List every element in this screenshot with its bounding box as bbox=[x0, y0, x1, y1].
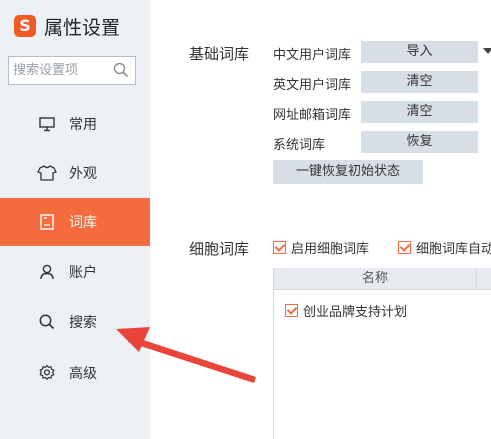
sidebar-item-dictionary[interactable]: 词库 bbox=[0, 198, 150, 246]
section-label-cell-dictionary: 细胞词库 bbox=[189, 240, 250, 258]
import-button[interactable]: 导入 bbox=[361, 41, 478, 63]
table-row-label: 创业品牌支持计划 bbox=[303, 305, 408, 320]
search-icon[interactable] bbox=[113, 62, 129, 82]
sidebar-item-label: 外观 bbox=[69, 166, 97, 182]
row-label-url-email-dictionary: 网址邮箱词库 bbox=[273, 108, 352, 123]
sidebar-item-label: 高级 bbox=[69, 366, 97, 382]
settings-search-input[interactable] bbox=[9, 57, 113, 84]
row-label-english-user-dictionary: 英文用户词库 bbox=[273, 78, 352, 93]
sidebar-item-label: 搜索 bbox=[69, 315, 97, 331]
sidebar-item-search[interactable]: 搜索 bbox=[0, 298, 150, 346]
sidebar: S 属性设置 常用 外观 词库 账户 搜索 bbox=[0, 0, 150, 439]
restore-button-label: 恢复 bbox=[406, 134, 433, 149]
enable-cell-dictionary-checkbox[interactable]: 启用细胞词库 bbox=[273, 238, 369, 257]
table-header: 名称 bbox=[274, 268, 491, 290]
sidebar-item-label: 账户 bbox=[69, 265, 97, 281]
sogou-logo-icon: S bbox=[14, 15, 36, 37]
row-label-system-dictionary: 系统词库 bbox=[273, 138, 326, 153]
clear-url-email-button[interactable]: 清空 bbox=[361, 101, 478, 123]
monitor-icon bbox=[37, 114, 57, 134]
sidebar-item-label: 常用 bbox=[69, 117, 97, 133]
restore-system-button[interactable]: 恢复 bbox=[361, 131, 478, 153]
clear-english-button[interactable]: 清空 bbox=[361, 71, 478, 93]
sidebar-item-appearance[interactable]: 外观 bbox=[0, 149, 150, 197]
gear-icon bbox=[37, 363, 57, 383]
app-title: S 属性设置 bbox=[14, 12, 120, 40]
dictionary-settings-panel: 基础词库 中文用户词库 导入 英文用户词库 清空 网址邮箱词库 清空 系统词库 … bbox=[150, 0, 491, 439]
column-header-name[interactable]: 名称 bbox=[274, 268, 477, 289]
settings-search-box[interactable] bbox=[8, 56, 136, 85]
book-icon bbox=[37, 212, 57, 232]
import-button-label: 导入 bbox=[406, 44, 433, 59]
enable-cell-dictionary-label: 启用细胞词库 bbox=[291, 242, 370, 257]
user-icon bbox=[37, 262, 57, 282]
table-row[interactable]: 创业品牌支持计划 bbox=[285, 301, 407, 320]
reset-all-button[interactable]: 一键恢复初始状态 bbox=[273, 160, 423, 184]
clear-button-label: 清空 bbox=[406, 104, 433, 119]
reset-all-button-label: 一键恢复初始状态 bbox=[295, 164, 400, 179]
auto-update-cell-dictionary-checkbox[interactable]: 细胞词库自动 bbox=[398, 238, 491, 257]
section-label-basic-dictionary: 基础词库 bbox=[189, 45, 250, 63]
row-label-chinese-user-dictionary: 中文用户词库 bbox=[273, 48, 352, 63]
cell-dictionary-table: 名称 创业品牌支持计划 bbox=[273, 268, 491, 439]
sidebar-item-common[interactable]: 常用 bbox=[0, 100, 150, 148]
sidebar-item-advanced[interactable]: 高级 bbox=[0, 349, 150, 397]
sidebar-item-account[interactable]: 账户 bbox=[0, 248, 150, 296]
checkbox-checked-icon[interactable] bbox=[285, 304, 298, 317]
search-icon bbox=[37, 312, 57, 332]
sidebar-item-label: 词库 bbox=[69, 215, 97, 231]
checkbox-checked-icon[interactable] bbox=[398, 241, 411, 254]
window-title: 属性设置 bbox=[44, 16, 121, 39]
checkbox-checked-icon[interactable] bbox=[273, 241, 286, 254]
column-header-extra bbox=[477, 268, 491, 289]
shirt-icon bbox=[37, 163, 57, 183]
auto-update-cell-dictionary-label: 细胞词库自动 bbox=[416, 242, 491, 257]
dropdown-chevron-icon[interactable] bbox=[483, 48, 491, 54]
clear-button-label: 清空 bbox=[406, 74, 433, 89]
